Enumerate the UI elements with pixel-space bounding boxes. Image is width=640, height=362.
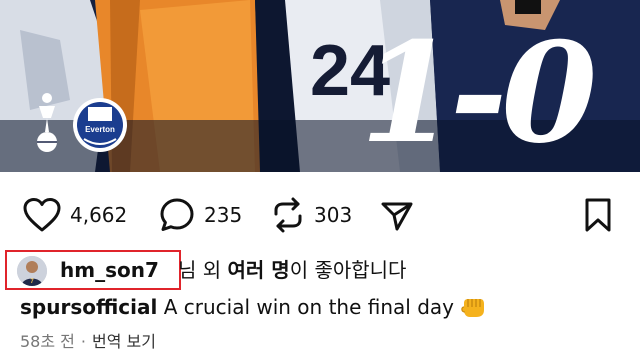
fist-emoji: [460, 295, 486, 329]
club-badge-text: Everton: [85, 125, 115, 134]
comment-button[interactable]: 235: [158, 190, 242, 240]
caption-text: A crucial win on the final day: [157, 295, 454, 319]
see-translation-link[interactable]: 번역 보기: [92, 332, 156, 351]
repost-icon: [274, 197, 302, 233]
bookmark-icon: [585, 198, 611, 232]
bookmark-button[interactable]: [582, 190, 614, 240]
action-bar: 4,662 235 303: [0, 190, 640, 240]
heart-icon: [23, 198, 61, 232]
liked-by-suffix: 님: [178, 258, 197, 282]
liked-by-row: 7 hm_son7 님 외 여러 명이 좋아합니다: [0, 250, 640, 290]
post-image[interactable]: 24 Everton 1-0: [0, 0, 640, 172]
post-meta: 58초 전 · 번역 보기: [20, 328, 156, 356]
meta-separator: ·: [80, 332, 86, 351]
liker-username[interactable]: hm_son7: [60, 256, 159, 284]
share-button[interactable]: [380, 190, 414, 240]
avatar-image: 7: [17, 256, 47, 286]
likes-count: 4,662: [70, 203, 128, 227]
reposts-count: 303: [314, 203, 353, 227]
liked-by-mid: 외: [196, 258, 228, 282]
tottenham-crest-icon: [37, 93, 57, 152]
liked-by-end: 이 좋아합니다: [289, 258, 407, 282]
liked-by-others: 여러 명: [227, 258, 290, 282]
avatar[interactable]: 7: [17, 256, 47, 286]
like-button[interactable]: 4,662: [22, 190, 127, 240]
repost-button[interactable]: 303: [270, 190, 352, 240]
caption-username[interactable]: spursofficial: [20, 295, 157, 319]
share-icon: [381, 202, 413, 231]
score-text: 1-0: [360, 11, 597, 172]
everton-crest-icon: Everton: [73, 98, 127, 152]
liked-by-text[interactable]: 님 외 여러 명이 좋아합니다: [178, 256, 406, 284]
caption: spursofficial A crucial win on the final…: [20, 290, 486, 324]
post-time: 58초 전: [20, 332, 75, 351]
comment-icon: [160, 198, 194, 231]
comments-count: 235: [204, 203, 243, 227]
